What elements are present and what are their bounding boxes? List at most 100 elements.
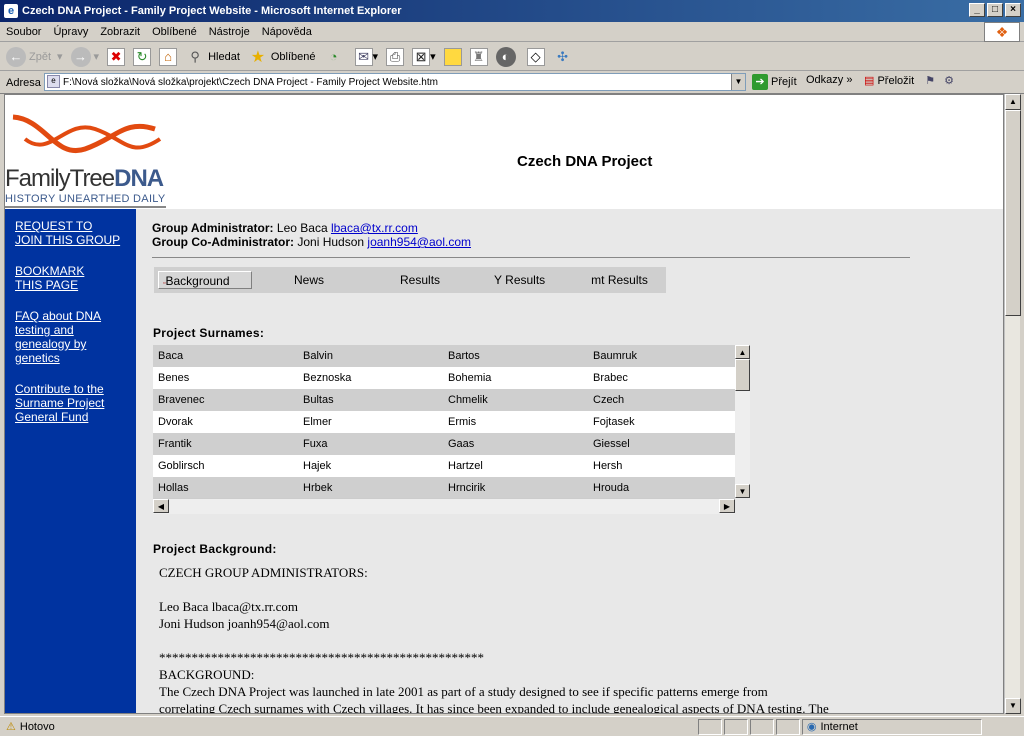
minimize-button[interactable]: _ <box>969 3 985 17</box>
menu-favorites[interactable]: Oblíbené <box>146 26 203 38</box>
surname-cell: Fuxa <box>303 438 328 450</box>
page-icon: e <box>47 75 60 88</box>
scroll-left-icon[interactable]: ◀ <box>153 499 169 513</box>
settings-tool-icon[interactable]: ⚙ <box>944 75 954 87</box>
menu-view[interactable]: Zobrazit <box>94 26 146 38</box>
history-button[interactable]: ◔ <box>324 47 347 67</box>
title-bar: e Czech DNA Project - Family Project Web… <box>0 0 1024 22</box>
surname-cell: Frantik <box>158 438 192 450</box>
faq-link[interactable]: FAQ about DNA testing and genealogy by g… <box>15 309 107 365</box>
surname-cell: Hrncirik <box>448 482 486 494</box>
surname-cell: Hartzel <box>448 460 483 472</box>
surname-cell: Goblirsch <box>158 460 205 472</box>
surname-cell: Baumruk <box>593 350 638 362</box>
research-icon: ✣ <box>557 48 569 64</box>
home-button[interactable]: ⌂ <box>159 47 178 66</box>
surname-cell: Giessel <box>593 438 630 450</box>
scroll-up-icon[interactable]: ▲ <box>735 345 750 359</box>
background-line: BACKGROUND: <box>159 667 255 682</box>
go-button[interactable]: ➔ Přejít <box>752 74 797 90</box>
address-label: Adresa <box>6 76 41 89</box>
surname-cell: Balvin <box>303 350 333 362</box>
surnames-vscroll[interactable]: ▲ ▼ <box>735 345 750 498</box>
address-dropdown[interactable]: ▼ <box>731 74 745 90</box>
page-scroll-down-icon[interactable]: ▼ <box>1005 698 1021 714</box>
background-line <box>159 632 859 649</box>
menu-file[interactable]: Soubor <box>0 26 47 38</box>
status-cell <box>749 718 774 735</box>
page-scroll-thumb[interactable] <box>1005 110 1021 316</box>
background-line: The Czech DNA Project was launched in la… <box>159 684 768 699</box>
mail-button[interactable]: ✉ ▾ <box>354 47 378 66</box>
divider <box>152 257 910 258</box>
status-cell <box>775 718 800 735</box>
bookmark-link[interactable]: BOOKMARK THIS PAGE <box>15 264 95 292</box>
stop-button[interactable]: ✖ <box>107 47 126 66</box>
table-row: Hollas Hrbek Hrncirik Hrouda <box>153 477 735 498</box>
page-title: Czech DNA Project <box>517 153 653 170</box>
scroll-thumb[interactable] <box>735 359 750 391</box>
tab-mt-results[interactable]: mt Results <box>587 271 652 289</box>
page-scroll-up-icon[interactable]: ▲ <box>1005 94 1021 110</box>
tab-news[interactable]: News <box>290 271 328 289</box>
table-row: Goblirsch Hajek Hartzel Hersh <box>153 455 735 477</box>
project-tabs: ▫Background News Results Y Results mt Re… <box>154 267 666 293</box>
search-button[interactable]: ⚲ Hledat <box>185 47 240 67</box>
toolbar: ← Zpět ▾ → ▾ ✖ ↻ ⌂ ⚲ Hledat ★ Oblíbené ◔ ✉… <box>0 43 1024 71</box>
menu-tools[interactable]: Nástroje <box>203 26 256 38</box>
surname-cell: Brabec <box>593 372 628 384</box>
tab-background[interactable]: ▫Background <box>158 271 252 289</box>
maximize-button[interactable]: □ <box>987 3 1003 17</box>
extra-tool-icon[interactable]: ⚑ <box>925 75 935 87</box>
menu-edit[interactable]: Úpravy <box>47 26 94 38</box>
status-bar: ⚠ Hotovo ◉ Internet <box>0 716 1024 736</box>
stop-icon: ✖ <box>107 47 126 66</box>
research-button[interactable]: ✣ <box>553 47 576 67</box>
fullscreen-icon: ◇ <box>526 47 545 66</box>
fullscreen-button[interactable]: ◇ <box>526 47 545 66</box>
surname-cell: Chmelik <box>448 394 488 406</box>
contribute-link[interactable]: Contribute to the Surname Project Genera… <box>15 382 115 424</box>
folder-icon <box>443 47 462 66</box>
table-row: Baca Balvin Bartos Baumruk <box>153 345 735 367</box>
star-icon: ★ <box>250 48 266 66</box>
folder-button[interactable] <box>443 47 462 66</box>
page-vscroll[interactable]: ▲ ▼ <box>1004 94 1021 714</box>
close-button[interactable]: × <box>1005 3 1021 17</box>
messenger-button[interactable]: ♜ <box>469 47 488 66</box>
scroll-down-icon[interactable]: ▼ <box>735 484 750 498</box>
forward-button[interactable]: → ▾ <box>70 46 99 67</box>
table-row: Frantik Fuxa Gaas Giessel <box>153 433 735 455</box>
address-value: F:\Nová složka\Nová složka\projekt\Czech… <box>63 76 438 88</box>
page-header: FamilyTreeDNA HISTORY UNEARTHED DAILY Cz… <box>5 95 1003 209</box>
refresh-button[interactable]: ↻ <box>133 47 152 66</box>
translate-button[interactable]: ▤ Přeložit ⚑ ⚙ <box>864 74 954 87</box>
coadmin-email-link[interactable]: joanh954@aol.com <box>367 235 471 249</box>
menu-help[interactable]: Nápověda <box>256 26 318 38</box>
surname-cell: Bartos <box>448 350 480 362</box>
links-button[interactable]: Odkazy » <box>806 74 852 86</box>
zone-text: Internet <box>820 720 858 733</box>
favorites-button[interactable]: ★ Oblíbené <box>248 47 316 67</box>
familytreedna-logo: FamilyTreeDNA HISTORY UNEARTHED DAILY <box>5 109 177 209</box>
address-input[interactable]: e F:\Nová složka\Nová složka\projekt\Cze… <box>44 73 746 91</box>
windows-logo-icon: ❖ <box>984 22 1020 42</box>
media-button[interactable]: ◐ <box>495 46 519 67</box>
logo-wordmark: FamilyTreeDNA <box>5 165 164 192</box>
surname-cell: Bultas <box>303 394 334 406</box>
tab-y-results[interactable]: Y Results <box>490 271 549 289</box>
print-button[interactable]: ⎙ <box>386 47 405 66</box>
edit-button[interactable]: ⊠ ▾ <box>412 47 436 66</box>
back-button[interactable]: ← Zpět ▾ <box>6 46 63 67</box>
join-group-link[interactable]: REQUEST TO JOIN THIS GROUP <box>15 219 123 247</box>
media-icon: ◐ <box>495 46 516 67</box>
tab-results[interactable]: Results <box>396 271 444 289</box>
admin-email-link[interactable]: lbaca@tx.rr.com <box>331 221 418 235</box>
messenger-icon: ♜ <box>469 47 488 66</box>
main-content: Group Administrator: Leo Baca lbaca@tx.r… <box>136 209 1003 713</box>
printer-icon: ⎙ <box>386 47 405 66</box>
back-arrow-icon: ← <box>6 46 26 67</box>
scroll-right-icon[interactable]: ▶ <box>719 499 735 513</box>
surnames-hscroll[interactable]: ◀ ▶ <box>153 498 735 514</box>
surname-cell: Elmer <box>303 416 332 428</box>
